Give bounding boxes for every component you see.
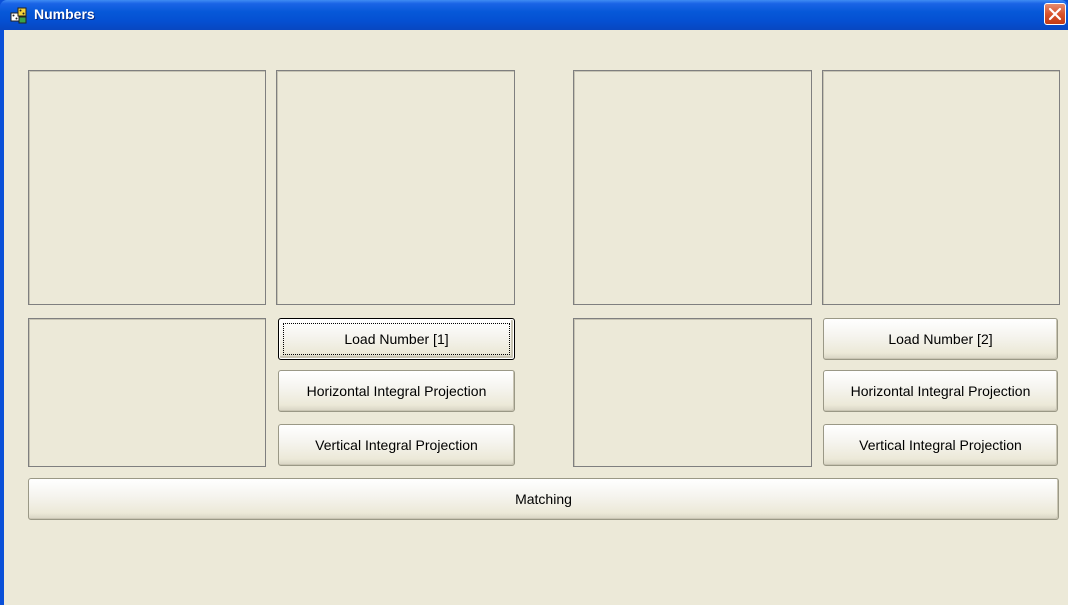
vertical-projection-2-label: Vertical Integral Projection bbox=[859, 437, 1022, 453]
vertical-projection-2-button[interactable]: Vertical Integral Projection bbox=[823, 424, 1058, 466]
vertical-projection-1-label: Vertical Integral Projection bbox=[315, 437, 478, 453]
load-number-1-button[interactable]: Load Number [1] bbox=[278, 318, 515, 360]
number2-vertical-projection-panel bbox=[573, 318, 812, 467]
horizontal-projection-1-label: Horizontal Integral Projection bbox=[306, 383, 487, 399]
number1-vertical-projection-panel bbox=[28, 318, 266, 467]
matching-label: Matching bbox=[515, 491, 572, 507]
matching-button[interactable]: Matching bbox=[28, 478, 1059, 520]
number1-horizontal-projection-panel bbox=[276, 70, 515, 305]
vertical-projection-1-button[interactable]: Vertical Integral Projection bbox=[278, 424, 515, 466]
dice-app-icon bbox=[10, 7, 27, 24]
title-bar[interactable]: Numbers bbox=[0, 0, 1068, 30]
load-number-2-button[interactable]: Load Number [2] bbox=[823, 318, 1058, 360]
window-title: Numbers bbox=[34, 6, 95, 22]
close-button[interactable] bbox=[1044, 3, 1066, 25]
load-number-2-label: Load Number [2] bbox=[888, 331, 993, 347]
horizontal-projection-2-button[interactable]: Horizontal Integral Projection bbox=[823, 370, 1058, 412]
close-x-icon bbox=[1048, 7, 1062, 21]
number1-image-panel bbox=[28, 70, 266, 305]
horizontal-projection-2-label: Horizontal Integral Projection bbox=[850, 383, 1031, 399]
horizontal-projection-1-button[interactable]: Horizontal Integral Projection bbox=[278, 370, 515, 412]
app-window: Numbers Load Number [1] Horizontal Integ… bbox=[0, 0, 1068, 605]
number2-image-panel bbox=[573, 70, 812, 305]
load-number-1-label: Load Number [1] bbox=[344, 331, 449, 347]
number2-horizontal-projection-panel bbox=[822, 70, 1060, 305]
